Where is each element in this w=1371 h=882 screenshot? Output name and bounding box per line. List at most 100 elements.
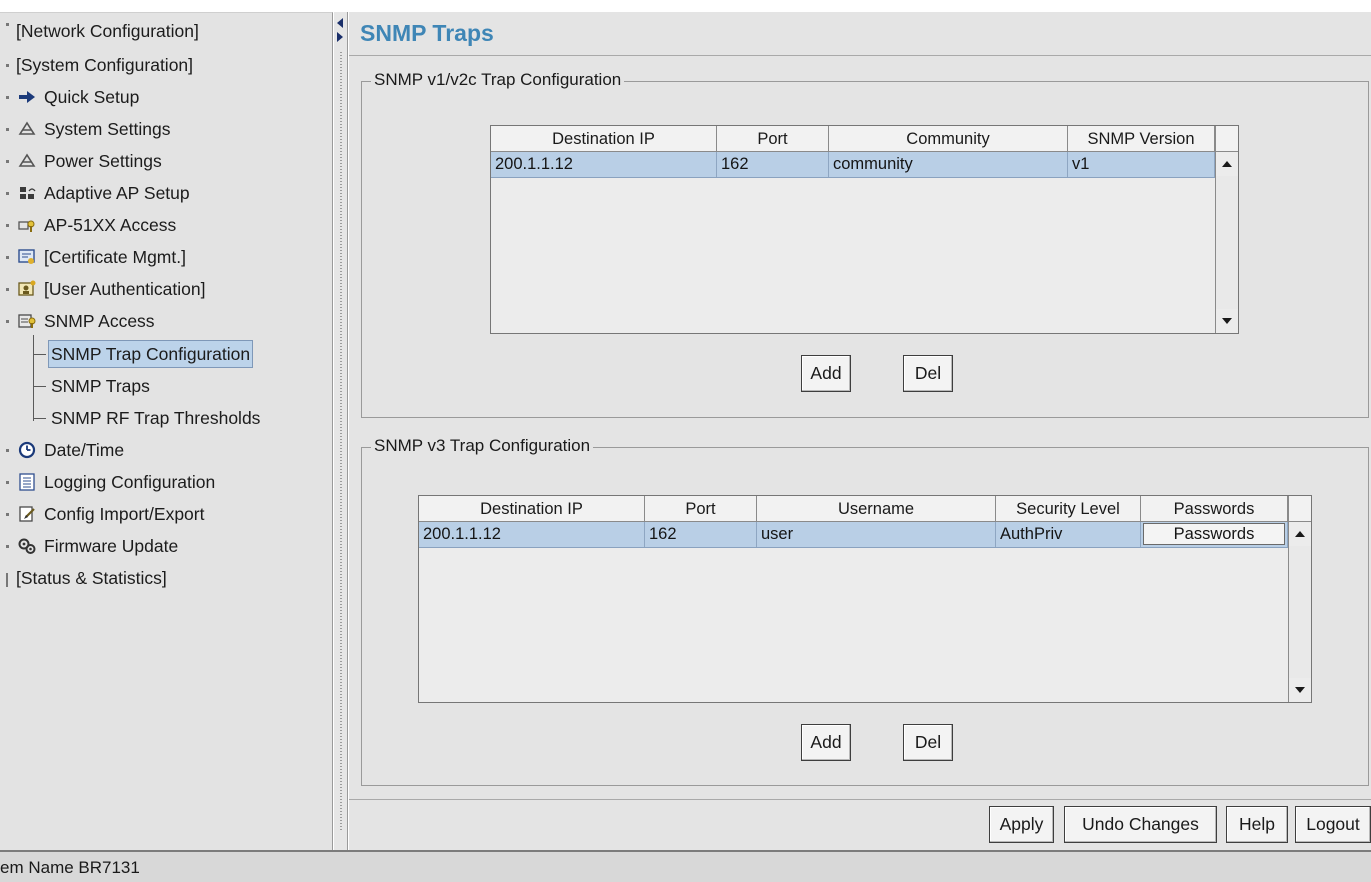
tree-item-label: Adaptive AP Setup	[44, 183, 190, 203]
tree-item-snmp-rf-trap-thresholds[interactable]: SNMP RF Trap Thresholds	[51, 403, 260, 433]
tree-node-marker	[6, 160, 9, 163]
column-header[interactable]: Security Level	[996, 496, 1141, 522]
expand-right-icon[interactable]	[337, 32, 343, 42]
log-icon	[19, 473, 35, 491]
column-header[interactable]: Destination IP	[419, 496, 645, 522]
tree-node-marker	[6, 256, 9, 259]
arrow-down-icon	[1222, 318, 1232, 324]
v3-add-button[interactable]: Add	[801, 724, 851, 761]
table-cell[interactable]: 200.1.1.12	[491, 152, 717, 177]
v1v2c-trap-table[interactable]: Destination IP Port Community SNMP Versi…	[490, 125, 1239, 334]
tree-item-label: [User Authentication]	[44, 279, 206, 299]
panel-splitter[interactable]	[334, 12, 348, 850]
apply-button[interactable]: Apply	[989, 806, 1054, 843]
vertical-scrollbar[interactable]	[1288, 522, 1311, 702]
table-cell[interactable]: v1	[1068, 152, 1215, 177]
logout-button[interactable]: Logout	[1295, 806, 1371, 843]
snmp-key-icon	[18, 314, 36, 328]
status-bar: em Name BR7131	[0, 850, 1371, 882]
tree-item-label: AP-51XX Access	[44, 215, 177, 235]
settings-icon	[18, 153, 36, 167]
tree-connector	[33, 386, 46, 387]
tree-item-quick-setup[interactable]: Quick Setup	[18, 82, 218, 112]
tree-item-adaptive-ap-setup[interactable]: Adaptive AP Setup	[18, 178, 218, 208]
column-header[interactable]: Port	[717, 126, 829, 152]
tree-item-label: SNMP Trap Configuration	[51, 344, 251, 364]
v3-del-button[interactable]: Del	[903, 724, 953, 761]
user-auth-icon	[18, 280, 36, 296]
tree-item-label: Config Import/Export	[44, 504, 205, 524]
tree-connector	[33, 354, 46, 355]
help-button[interactable]: Help	[1226, 806, 1288, 843]
tree-item-firmware-update[interactable]: Firmware Update	[18, 531, 268, 561]
table-header: Destination IP Port Community SNMP Versi…	[491, 126, 1215, 152]
tree-item-config-import-export[interactable]: Config Import/Export	[18, 499, 268, 529]
table-cell[interactable]: user	[757, 522, 996, 547]
tree-node-marker	[6, 481, 9, 484]
tree-node-marker	[6, 224, 9, 227]
tree-item-snmp-traps[interactable]: SNMP Traps	[51, 371, 150, 401]
table-cell[interactable]: 162	[717, 152, 829, 177]
column-header[interactable]: Community	[829, 126, 1068, 152]
tree-item-system-settings[interactable]: System Settings	[18, 114, 218, 144]
table-cell[interactable]: 162	[645, 522, 757, 547]
tree-node-marker	[6, 449, 9, 452]
column-header[interactable]: Port	[645, 496, 757, 522]
key-icon	[18, 220, 35, 232]
undo-changes-button[interactable]: Undo Changes	[1064, 806, 1217, 843]
v1v2c-del-button[interactable]: Del	[903, 355, 953, 392]
tree-item-snmp-trap-configuration[interactable]: SNMP Trap Configuration	[48, 340, 254, 368]
tree-item-date-time[interactable]: Date/Time	[18, 435, 218, 465]
vertical-scrollbar[interactable]	[1215, 152, 1238, 333]
tree-node-marker	[6, 64, 9, 67]
tree-node-marker	[6, 545, 9, 548]
table-row[interactable]: 200.1.1.12 162 user AuthPriv Passwords	[419, 522, 1288, 548]
tree-item-label: SNMP RF Trap Thresholds	[51, 408, 261, 428]
tree-item-label: [Network Configuration]	[16, 21, 199, 41]
v3-trap-table[interactable]: Destination IP Port Username Security Le…	[418, 495, 1312, 703]
tree-node-marker	[6, 128, 9, 131]
tree-item-user-authentication[interactable]: [User Authentication]	[18, 274, 258, 304]
content-panel: SNMP Traps SNMP v1/v2c Trap Configuratio…	[349, 12, 1371, 850]
collapse-left-icon[interactable]	[337, 18, 343, 28]
tree-item-certificate-mgmt[interactable]: [Certificate Mgmt.]	[18, 242, 218, 272]
certificate-icon	[18, 249, 35, 264]
access-point-icon	[20, 187, 36, 199]
tree-item-power-settings[interactable]: Power Settings	[18, 146, 218, 176]
scroll-down-button[interactable]	[1216, 309, 1238, 333]
v1v2c-add-button[interactable]: Add	[801, 355, 851, 392]
table-row[interactable]: 200.1.1.12 162 community v1	[491, 152, 1215, 178]
tree-connector	[33, 335, 34, 421]
scroll-corner	[1288, 496, 1311, 522]
column-header[interactable]: Passwords	[1141, 496, 1288, 522]
passwords-button[interactable]: Passwords	[1143, 523, 1285, 545]
table-cell[interactable]: AuthPriv	[996, 522, 1141, 547]
tree-item-ap-51xx-access[interactable]: AP-51XX Access	[18, 210, 218, 240]
tree-node-marker	[6, 96, 9, 99]
tree-item-label: Date/Time	[44, 440, 125, 460]
title-bar: SNMP Traps	[349, 12, 1371, 56]
table-cell[interactable]: 200.1.1.12	[419, 522, 645, 547]
tree-item-logging-configuration[interactable]: Logging Configuration	[18, 467, 268, 497]
column-header[interactable]: SNMP Version	[1068, 126, 1215, 152]
scroll-down-button[interactable]	[1289, 678, 1311, 702]
action-bar: Apply Undo Changes Help Logout	[349, 799, 1371, 850]
system-name-label: em Name BR7131	[0, 858, 140, 877]
tree-item-snmp-access[interactable]: SNMP Access	[18, 306, 218, 336]
settings-icon	[18, 121, 36, 135]
v1v2c-trap-group: SNMP v1/v2c Trap Configuration Destinati…	[361, 70, 1369, 418]
scroll-up-button[interactable]	[1289, 522, 1311, 546]
tree-item-label: Logging Configuration	[44, 472, 216, 492]
table-cell[interactable]: community	[829, 152, 1068, 177]
column-header[interactable]: Destination IP	[491, 126, 717, 152]
tree-item-label: SNMP Access	[44, 311, 155, 331]
tree-item-label: System Settings	[44, 119, 171, 139]
navigation-tree: [Network Configuration] [System Configur…	[0, 12, 333, 850]
group-title: SNMP v3 Trap Configuration	[371, 436, 594, 456]
scroll-up-button[interactable]	[1216, 152, 1238, 176]
tree-connector	[33, 418, 46, 419]
passwords-cell: Passwords	[1141, 522, 1288, 547]
column-header[interactable]: Username	[757, 496, 996, 522]
table-header: Destination IP Port Username Security Le…	[419, 496, 1288, 522]
import-export-icon	[19, 506, 35, 522]
